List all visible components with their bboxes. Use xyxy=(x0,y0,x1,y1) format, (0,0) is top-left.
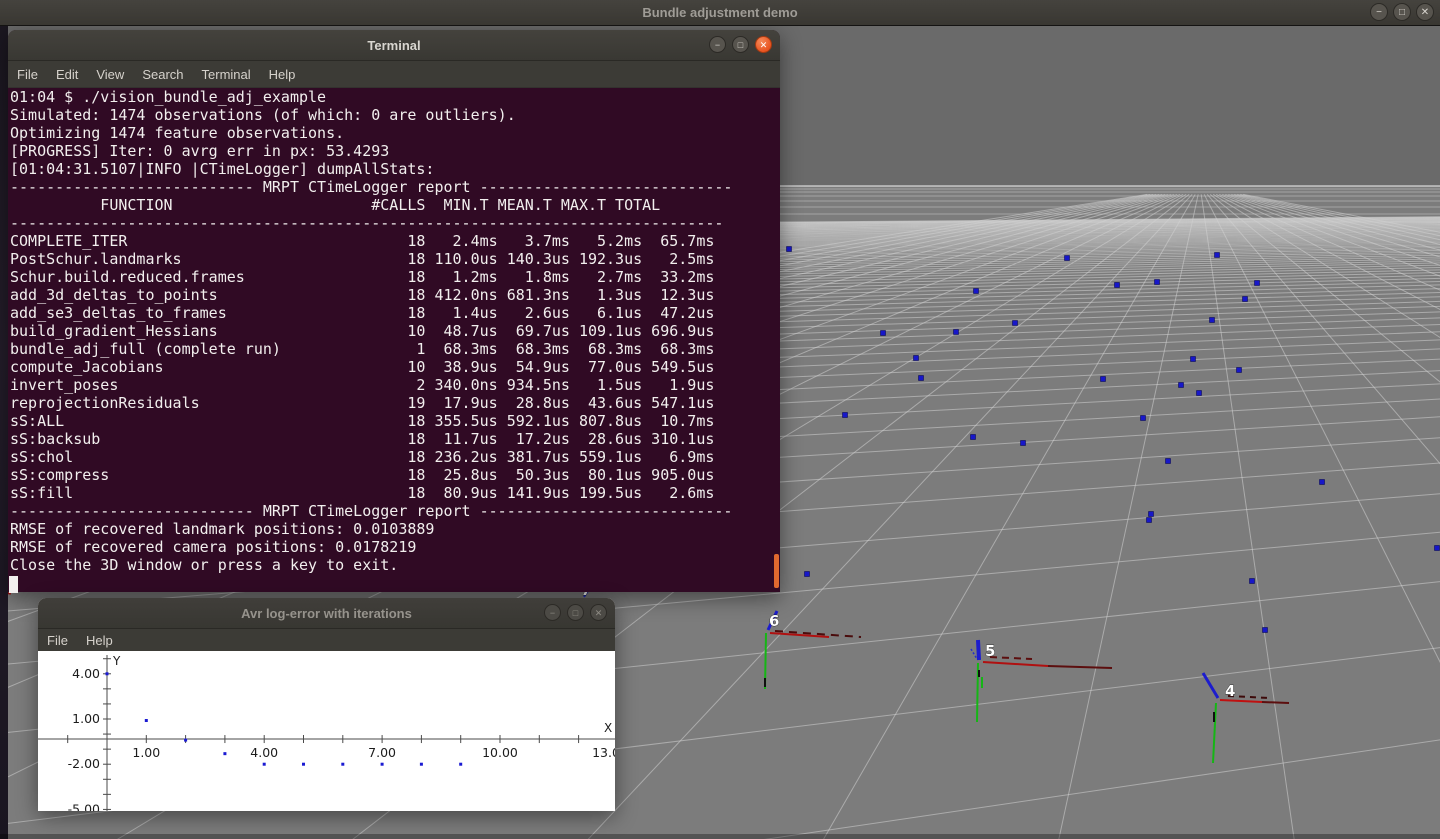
svg-text:-5.00: -5.00 xyxy=(68,801,100,811)
svg-text:6: 6 xyxy=(769,612,779,630)
terminal-menubar: File Edit View Search Terminal Help xyxy=(8,61,780,88)
viewport-bottom-edge xyxy=(0,834,1440,839)
viewport-left-edge xyxy=(0,25,8,839)
svg-text:13.0: 13.0 xyxy=(592,745,615,760)
plot-close-button[interactable]: ✕ xyxy=(590,604,607,621)
menu-edit[interactable]: Edit xyxy=(47,63,87,86)
plot-menu-help[interactable]: Help xyxy=(77,629,122,652)
main-window-title: Bundle adjustment demo xyxy=(642,5,797,20)
plot-maximize-button[interactable]: □ xyxy=(567,604,584,621)
svg-text:1.00: 1.00 xyxy=(72,711,100,726)
terminal-close-button[interactable]: ✕ xyxy=(755,36,772,53)
plot-menubar: File Help xyxy=(38,629,615,651)
terminal-maximize-button[interactable]: □ xyxy=(732,36,749,53)
maximize-button[interactable]: □ xyxy=(1393,3,1411,21)
main-window-controls: − □ ✕ xyxy=(1370,3,1434,21)
terminal-window[interactable]: Terminal − □ ✕ File Edit View Search Ter… xyxy=(8,30,780,592)
menu-search[interactable]: Search xyxy=(133,63,192,86)
svg-text:4: 4 xyxy=(1225,682,1235,700)
terminal-title: Terminal xyxy=(367,38,420,53)
svg-text:10.00: 10.00 xyxy=(482,745,518,760)
plot-menu-file[interactable]: File xyxy=(38,629,77,652)
main-titlebar[interactable]: Bundle adjustment demo − □ ✕ xyxy=(0,0,1440,26)
terminal-cursor xyxy=(9,576,18,593)
menu-file[interactable]: File xyxy=(8,63,47,86)
terminal-scrollbar[interactable] xyxy=(774,554,779,588)
svg-text:7.00: 7.00 xyxy=(368,745,396,760)
svg-text:4.00: 4.00 xyxy=(72,666,100,681)
menu-help[interactable]: Help xyxy=(260,63,305,86)
terminal-body[interactable]: 01:04 $ ./vision_bundle_adj_example Simu… xyxy=(8,88,780,594)
terminal-output: 01:04 $ ./vision_bundle_adj_example Simu… xyxy=(8,88,780,574)
terminal-window-controls: − □ ✕ xyxy=(709,36,772,53)
plot-canvas[interactable]: 1.00 4.00 7.00 10.00 13.0 4.00 1.00 -2.00 -5.00 Y… xyxy=(38,651,615,811)
plot-window-title: Avr log-error with iterations xyxy=(241,606,412,621)
svg-text:4.00: 4.00 xyxy=(250,745,278,760)
close-button[interactable]: ✕ xyxy=(1416,3,1434,21)
svg-text:Y: Y xyxy=(112,654,121,668)
plot-titlebar[interactable]: Avr log-error with iterations − □ ✕ xyxy=(38,598,615,629)
menu-view[interactable]: View xyxy=(87,63,133,86)
desktop: 7654 Bundle adjustment demo − □ ✕ Termin… xyxy=(0,0,1440,839)
svg-text:-2.00: -2.00 xyxy=(68,756,100,771)
minimize-button[interactable]: − xyxy=(1370,3,1388,21)
plot-window[interactable]: Avr log-error with iterations − □ ✕ File… xyxy=(38,598,615,810)
svg-text:5: 5 xyxy=(985,642,995,660)
plot-window-controls: − □ ✕ xyxy=(544,604,607,621)
terminal-titlebar[interactable]: Terminal − □ ✕ xyxy=(8,30,780,61)
terminal-minimize-button[interactable]: − xyxy=(709,36,726,53)
menu-terminal[interactable]: Terminal xyxy=(193,63,260,86)
svg-text:1.00: 1.00 xyxy=(132,745,160,760)
svg-text:X: X xyxy=(604,721,612,735)
plot-minimize-button[interactable]: − xyxy=(544,604,561,621)
plot-canvas-container: 1.00 4.00 7.00 10.00 13.0 4.00 1.00 -2.00 -5.00 Y… xyxy=(38,651,615,811)
